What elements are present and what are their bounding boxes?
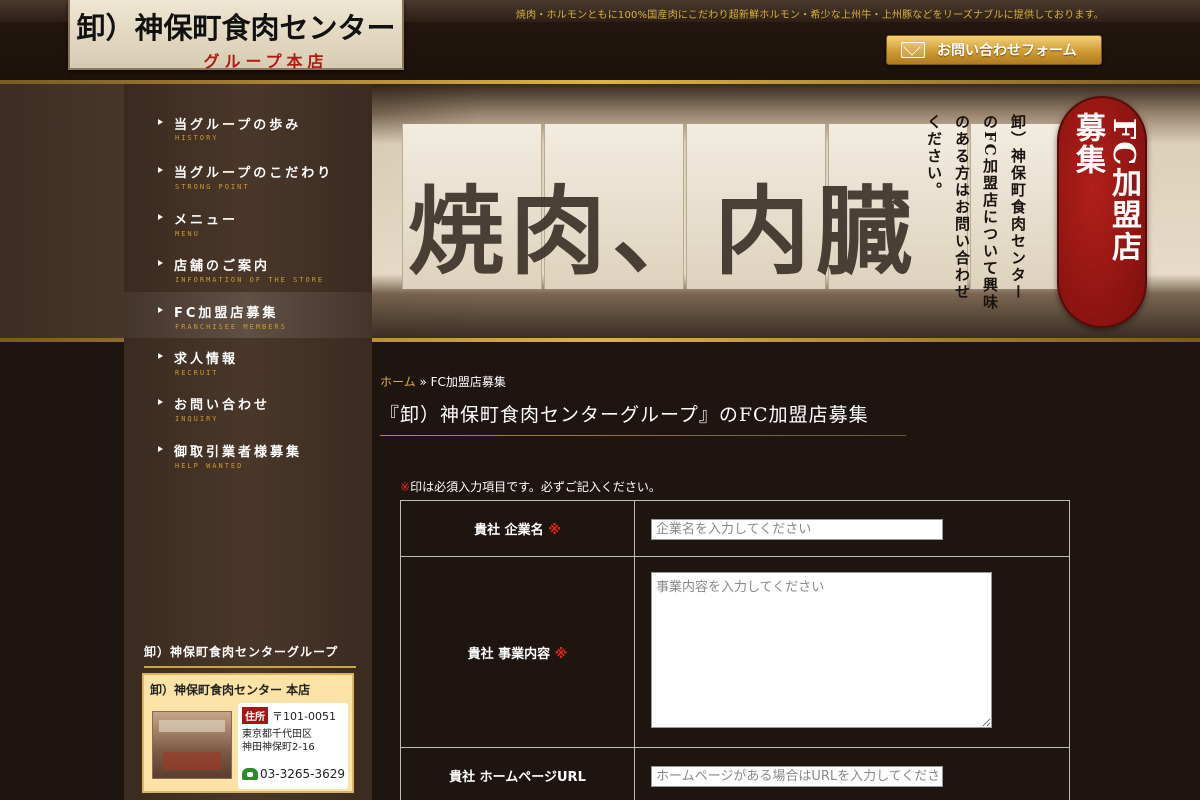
page-title: 『卸）神保町食肉センターグループ』のFC加盟店募集 (380, 400, 906, 436)
store-address-line2: 神田神保町2-16 (242, 742, 315, 753)
form-row-business: 貴社 事業内容 ※ (400, 556, 1070, 748)
group-heading: 卸）神保町食肉センターグループ (144, 643, 356, 668)
breadcrumb-separator: » (419, 375, 427, 389)
required-mark: ※ (548, 523, 561, 538)
sidebar-item-suppliers[interactable]: 御取引業者様募集 HELP WANTED (124, 435, 372, 481)
breadcrumb-current: FC加盟店募集 (430, 375, 506, 389)
required-note: ※印は必須入力項目です。必ずご記入ください。 (400, 478, 661, 495)
arrow-right-icon (158, 399, 163, 405)
arrow-right-icon (158, 214, 163, 220)
store-zip: 〒101-0051 (272, 710, 336, 723)
sidebar-item-sublabel: RECRUIT (175, 369, 219, 377)
company-field-cell (634, 500, 1070, 557)
sidebar-item-label: 御取引業者様募集 (174, 445, 303, 460)
breadcrumb: ホーム » FC加盟店募集 (380, 373, 506, 390)
franchise-form: 貴社 企業名 ※ 貴社 事業内容 ※ 貴社 ホームページURL (400, 500, 1070, 800)
company-label: 貴社 企業名 (474, 523, 544, 538)
arrow-right-icon (158, 353, 163, 359)
arrow-right-icon (158, 446, 163, 452)
header-tagline: 焼肉・ホルモンともに100%国産肉にこだわり超新鮮ホルモン・希少な上州牛・上州豚… (515, 10, 1104, 21)
store-phone: 03-3265-3629 (260, 767, 346, 781)
phone-icon (242, 768, 258, 780)
sidebar-item-label: お問い合わせ (174, 398, 271, 413)
sidebar-item-label: 求人情報 (174, 352, 239, 367)
sidebar-item-sublabel: STRONG POINT (175, 183, 250, 191)
arrow-right-icon (158, 260, 163, 266)
sidebar-item-sublabel: FRANCHISEE MEMBERS (175, 323, 287, 331)
business-label: 貴社 事業内容 (467, 646, 551, 662)
homepage-label: 貴社 ホームページURL (449, 770, 586, 785)
sidebar-item-sublabel: INQUIRY (175, 415, 219, 423)
site-logo[interactable]: 卸）神保町食肉センター グループ本店 (68, 0, 404, 71)
contact-form-button-label: お問い合わせフォーム (937, 43, 1077, 59)
store-info: 住所 〒101-0051 東京都千代田区 神田神保町2-16 03-3265-3… (238, 703, 348, 789)
sidebar: 当グループの歩み HISTORY 当グループのこだわり STRONG POINT… (124, 84, 372, 800)
store-name: 卸）神保町食肉センター 本店 (150, 683, 311, 697)
breadcrumb-home-link[interactable]: ホーム (380, 375, 416, 389)
sidebar-item-sublabel: MENU (175, 230, 200, 238)
site-header: 焼肉・ホルモンともに100%国産肉にこだわり超新鮮ホルモン・希少な上州牛・上州豚… (0, 0, 1200, 80)
arrow-right-icon (158, 167, 163, 173)
sidebar-item-sublabel: HISTORY (175, 134, 219, 142)
sidebar-item-sublabel: INFORMATION OF THE STORE (175, 276, 325, 284)
sidebar-item-history[interactable]: 当グループの歩み HISTORY (124, 84, 372, 142)
business-description-textarea[interactable] (651, 572, 992, 728)
address-badge: 住所 (242, 707, 268, 724)
badge-text-sub: 募集 (1070, 112, 1105, 176)
store-photo (152, 711, 232, 779)
required-mark: ※ (400, 480, 411, 494)
homepage-label-cell: 貴社 ホームページURL (400, 747, 635, 800)
main-content: ホーム » FC加盟店募集 『卸）神保町食肉センターグループ』のFC加盟店募集 … (372, 342, 1200, 800)
hero-noren-text: 焼肉、内臓 (408, 175, 918, 288)
arrow-right-icon (158, 307, 163, 313)
fc-recruit-badge: FC加盟店 募集 (1057, 96, 1147, 328)
mail-icon (901, 42, 925, 58)
sidebar-item-label: 当グループの歩み (174, 118, 302, 133)
business-field-cell (634, 556, 1070, 748)
sidebar-nav: 当グループの歩み HISTORY (124, 84, 372, 142)
logo-main-text: 卸）神保町食肉センター (76, 11, 396, 45)
sidebar-item-menu[interactable]: メニュー MENU (124, 203, 372, 249)
form-row-homepage: 貴社 ホームページURL (400, 747, 1070, 800)
sidebar-item-inquiry[interactable]: お問い合わせ INQUIRY (124, 388, 372, 434)
required-note-text: 印は必須入力項目です。必ずご記入ください。 (410, 480, 661, 494)
store-card[interactable]: 卸）神保町食肉センター 本店 住所 〒101-0051 東京都千代田区 神田神保… (142, 673, 354, 793)
sidebar-item-label: FC加盟店募集 (174, 306, 279, 321)
hero-vertical-text: 卸）神保町食肉センターのFC加盟店について興味のある方はお問い合わせください。 (925, 114, 1027, 311)
sidebar-item-strong-point[interactable]: 当グループのこだわり STRONG POINT (124, 156, 372, 202)
sidebar-item-recruit[interactable]: 求人情報 RECRUIT (124, 342, 372, 388)
homepage-url-input[interactable] (651, 765, 943, 787)
arrow-right-icon (158, 119, 163, 125)
sidebar-item-franchise[interactable]: FC加盟店募集 FRANCHISEE MEMBERS (124, 292, 372, 338)
business-label-cell: 貴社 事業内容 ※ (400, 556, 635, 748)
sidebar-item-label: 当グループのこだわり (174, 166, 334, 181)
sidebar-item-stores[interactable]: 店舗のご案内 INFORMATION OF THE STORE (124, 249, 372, 295)
sidebar-item-label: 店舗のご案内 (174, 259, 271, 274)
company-name-input[interactable] (651, 518, 943, 540)
homepage-field-cell (634, 747, 1070, 800)
sidebar-item-label: メニュー (174, 213, 239, 228)
required-mark: ※ (554, 646, 568, 662)
company-label-cell: 貴社 企業名 ※ (400, 500, 635, 557)
contact-form-button[interactable]: お問い合わせフォーム (886, 35, 1102, 65)
logo-sub-text: グループ本店 (203, 52, 329, 71)
sidebar-item-sublabel: HELP WANTED (175, 462, 244, 470)
form-row-company: 貴社 企業名 ※ (400, 500, 1070, 557)
